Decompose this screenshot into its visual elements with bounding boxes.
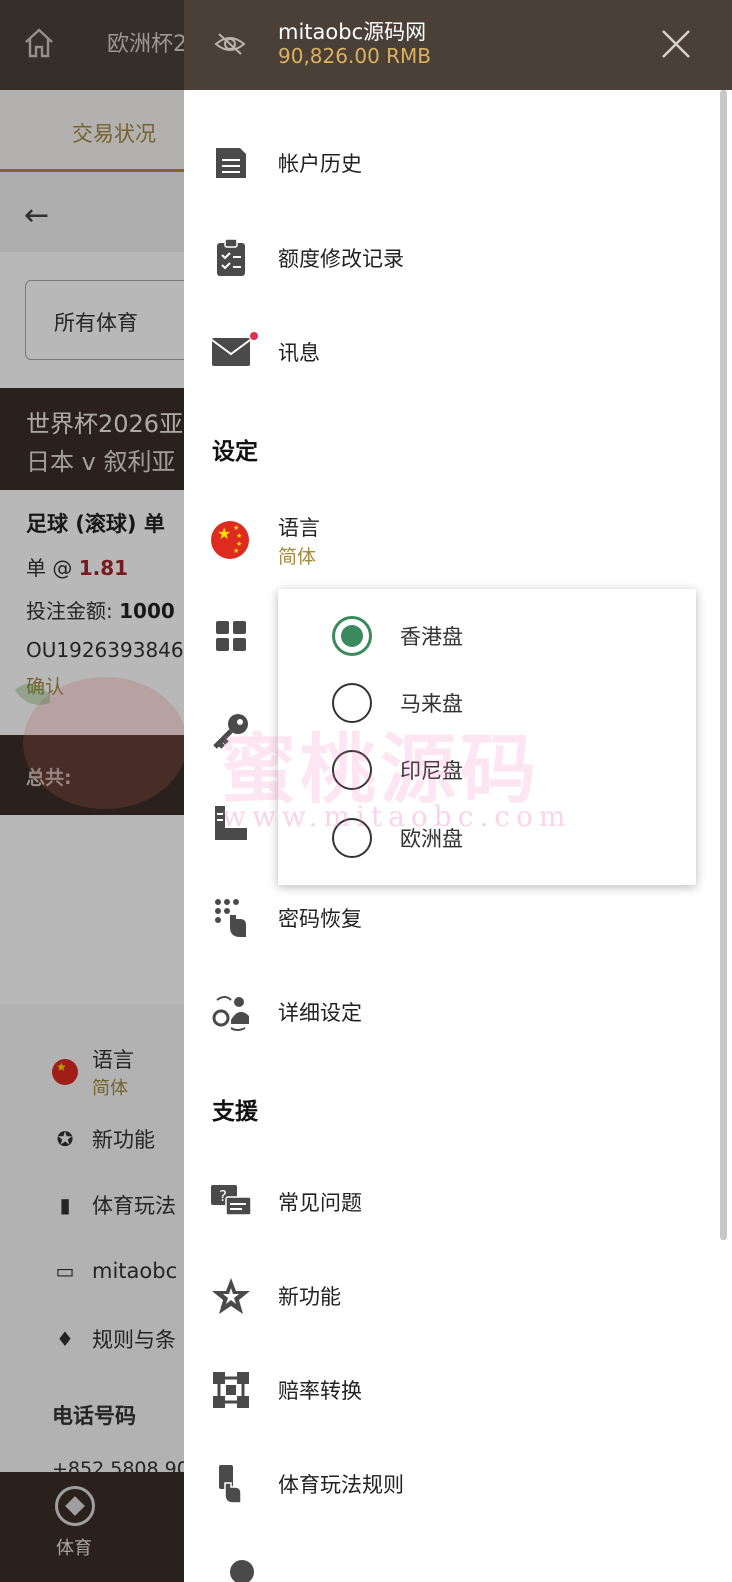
settings-person-icon	[210, 991, 252, 1033]
mail-icon	[210, 331, 252, 373]
close-icon[interactable]	[658, 26, 694, 62]
section-support: 支援	[212, 1099, 258, 1125]
hand-card-icon	[210, 1463, 252, 1505]
clipboard-icon	[210, 237, 252, 279]
menu-sports-rules-label: 体育玩法规则	[278, 1473, 404, 1497]
watermark-url: www.mitaobc.com	[222, 800, 572, 833]
menu-odds-conversion-label: 赔率转换	[278, 1379, 362, 1403]
menu-credit-log[interactable]: 额度修改记录	[184, 223, 732, 293]
menu-messages-label: 讯息	[278, 341, 320, 365]
menu-account-history-label: 帐户历史	[278, 152, 362, 176]
radio-selected[interactable]	[332, 616, 372, 656]
menu-password-recovery[interactable]: 密码恢复	[184, 883, 732, 953]
odds-option-hk[interactable]: 香港盘	[332, 611, 672, 661]
menu-account-history[interactable]: 帐户历史	[184, 128, 732, 198]
grid-icon[interactable]	[210, 615, 252, 657]
username: mitaobc源码网	[278, 20, 427, 44]
section-settings: 设定	[212, 439, 258, 465]
star-badge-icon	[210, 1275, 252, 1317]
faq-chat-icon: ?	[210, 1181, 252, 1223]
drawer-header: mitaobc源码网 90,826.00 RMB	[184, 0, 732, 90]
menu-language-value: 简体	[278, 546, 317, 568]
china-flag-icon: ★ ★ ★ ★ ★	[211, 521, 249, 559]
menu-sports-rules[interactable]: 体育玩法规则	[184, 1449, 732, 1519]
eye-off-icon[interactable]	[214, 30, 246, 58]
odds-convert-icon	[210, 1369, 252, 1411]
menu-credit-log-label: 额度修改记录	[278, 247, 404, 271]
unread-dot	[250, 332, 258, 340]
menu-detailed-settings-label: 详细设定	[278, 1001, 362, 1025]
account-balance: 90,826.00 RMB	[278, 44, 432, 68]
document-icon	[210, 142, 252, 184]
next-item-icon	[230, 1560, 254, 1582]
keypad-hand-icon	[210, 897, 252, 939]
menu-faq-label: 常见问题	[278, 1191, 362, 1215]
menu-messages[interactable]: 讯息	[184, 317, 732, 387]
menu-new-features-label: 新功能	[278, 1285, 341, 1309]
menu-detailed-settings[interactable]: 详细设定	[184, 977, 732, 1047]
menu-password-recovery-label: 密码恢复	[278, 907, 362, 931]
menu-new-features[interactable]: 新功能	[184, 1261, 732, 1331]
odds-option-hk-label: 香港盘	[400, 625, 463, 649]
menu-faq[interactable]: ? 常见问题	[184, 1167, 732, 1237]
menu-odds-conversion[interactable]: 赔率转换	[184, 1355, 732, 1425]
menu-language-label[interactable]: 语言	[278, 512, 320, 542]
drawer-scrollbar[interactable]	[720, 90, 727, 1240]
